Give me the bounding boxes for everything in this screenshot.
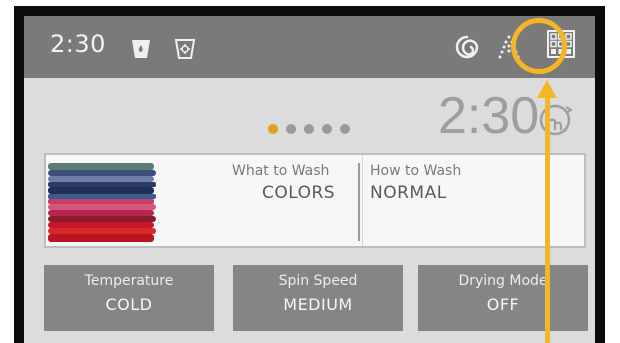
spin-speed-value: MEDIUM (283, 295, 353, 314)
drying-mode-label: Drying Mode (458, 273, 548, 289)
page-dot[interactable] (340, 124, 350, 134)
temperature-option[interactable]: Temperature COLD (44, 265, 214, 331)
temperature-value: COLD (105, 295, 153, 314)
wash-cycle-card[interactable]: What to Wash COLORS How to Wash NORMAL (44, 153, 586, 248)
temperature-label: Temperature (84, 273, 174, 289)
softener-icon[interactable] (174, 38, 196, 60)
pointer-arrow-line (545, 96, 550, 343)
hour-delay-icon[interactable] (538, 102, 574, 142)
detergent-icon[interactable] (130, 38, 152, 60)
status-time: 2:30 (50, 30, 106, 58)
page-dot[interactable] (286, 124, 296, 134)
page-indicator[interactable] (268, 124, 350, 134)
card-divider (362, 155, 363, 246)
how-to-wash-label: How to Wash (370, 163, 462, 179)
drying-mode-value: OFF (486, 295, 520, 314)
page-dot-active[interactable] (268, 124, 278, 134)
spin-speed-option[interactable]: Spin Speed MEDIUM (233, 265, 403, 331)
page-dot[interactable] (322, 124, 332, 134)
page-dot[interactable] (304, 124, 314, 134)
washer-screen: 2:30 2:30 What to Wash COLORS How to Was… (24, 16, 595, 343)
countdown-time: 2:30 (438, 87, 540, 145)
spin-icon[interactable] (454, 34, 480, 60)
status-bar: 2:30 (24, 16, 595, 78)
spin-speed-label: Spin Speed (278, 273, 358, 289)
how-to-wash-value[interactable]: NORMAL (370, 183, 447, 203)
what-to-wash-value[interactable]: COLORS (262, 183, 335, 203)
card-divider (358, 163, 360, 241)
highlight-ring (511, 18, 567, 74)
what-to-wash-label: What to Wash (232, 163, 330, 179)
folded-clothes-image (48, 163, 156, 242)
drying-mode-option[interactable]: Drying Mode OFF (418, 265, 588, 331)
